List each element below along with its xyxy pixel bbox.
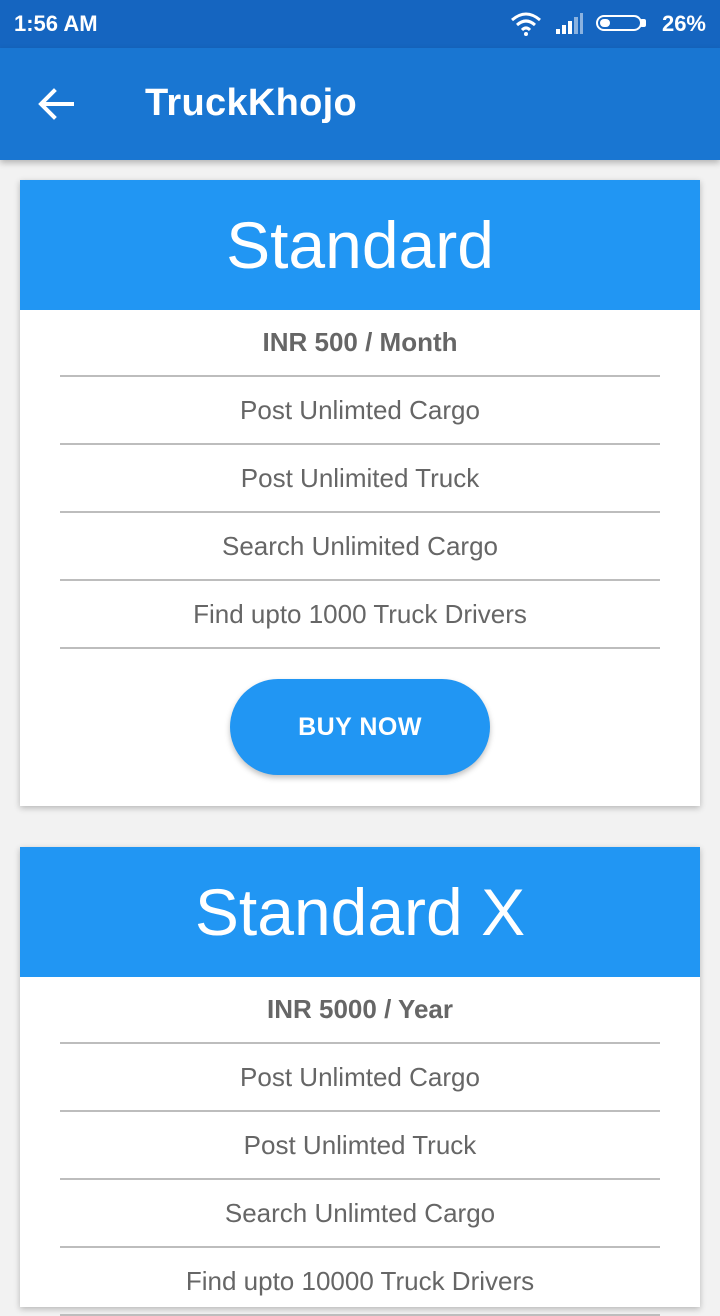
arrow-left-icon[interactable]	[36, 86, 76, 122]
buy-now-button[interactable]: BUY NOW	[230, 679, 490, 775]
plan-feature: Search Unlimited Cargo	[60, 513, 660, 581]
signal-icon	[555, 13, 583, 34]
plan-card-standard-x: Standard X INR 5000 / Year Post Unlimted…	[20, 847, 700, 1316]
plan-feature: Post Unlimted Cargo	[60, 377, 660, 445]
plan-feature: Post Unlimted Truck	[60, 1112, 660, 1180]
plan-price: INR 500 / Month	[60, 310, 660, 377]
plan-feature: Search Unlimted Cargo	[60, 1180, 660, 1248]
status-icons: 26%	[510, 11, 706, 37]
battery-icon	[595, 13, 650, 35]
app-bar: TruckKhojo	[0, 48, 720, 160]
battery-percent: 26%	[661, 11, 706, 36]
plan-price: INR 5000 / Year	[60, 977, 660, 1044]
plan-name: Standard X	[20, 847, 700, 977]
plan-name: Standard	[20, 180, 700, 310]
plan-feature: Find upto 10000 Truck Drivers	[60, 1248, 660, 1316]
plan-feature: Post Unlimted Cargo	[60, 1044, 660, 1112]
status-time: 1:56 AM	[14, 11, 98, 36]
app-title: TruckKhojo	[145, 82, 358, 124]
buy-button-wrap: BUY NOW	[20, 649, 700, 775]
wifi-icon	[510, 12, 541, 36]
plan-card-standard: Standard INR 500 / Month Post Unlimted C…	[20, 180, 700, 806]
plan-feature: Post Unlimited Truck	[60, 445, 660, 513]
plan-feature: Find upto 1000 Truck Drivers	[60, 581, 660, 649]
status-bar: 1:56 AM 26%	[0, 0, 720, 48]
